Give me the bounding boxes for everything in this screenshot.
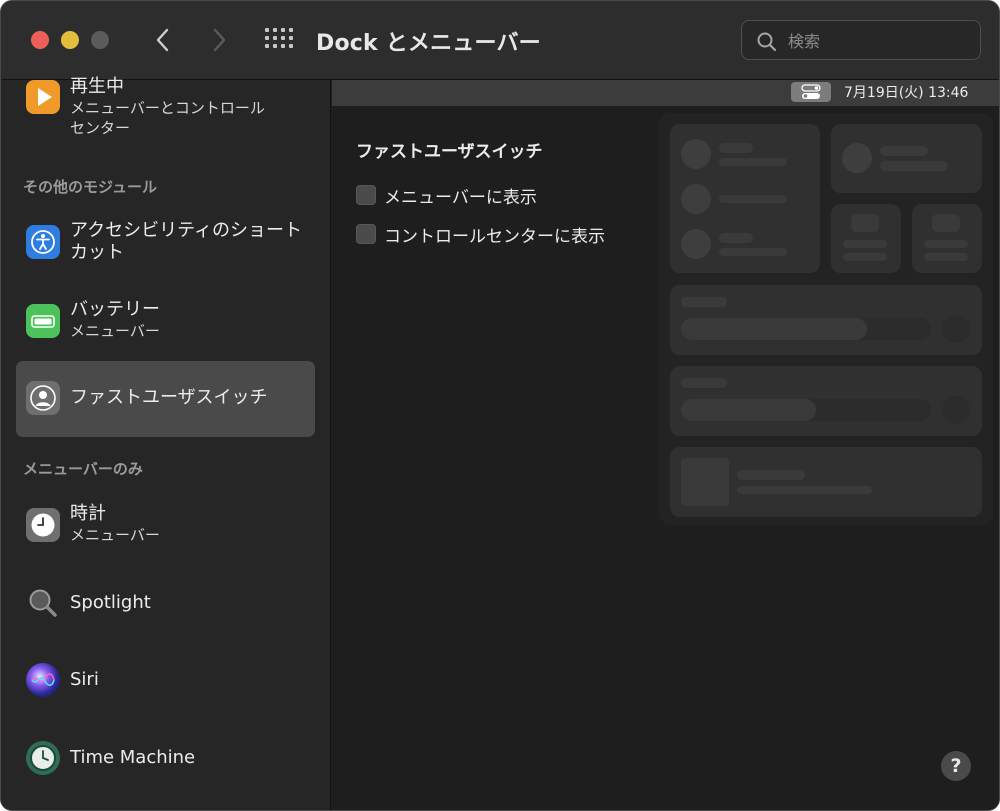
option-title: ファストユーザスイッチ [356,142,543,162]
preview-module [670,366,982,436]
control-center-icon [791,82,831,102]
preview-module [670,285,982,355]
back-button[interactable] [149,23,179,57]
sidebar-item-time-machine[interactable]: Time Machine [16,735,315,781]
siri-icon [26,663,60,697]
main-pane: 7月19日(火) 13:46 ファストユーザスイッチ メニューバーに表示 コント… [332,80,999,810]
forward-button[interactable] [204,23,234,57]
preview-module [670,447,982,517]
grid-icon [265,28,269,32]
preview-module [670,124,820,273]
search-field[interactable] [741,20,981,60]
menu-bar-preview: 7月19日(火) 13:46 [332,80,999,106]
magnifier-icon [26,586,60,620]
play-icon [26,80,60,114]
sidebar-item-clock[interactable]: 時計 メニューバー [16,498,315,554]
preview-module [831,124,982,193]
sidebar-item-label: 再生中 [70,76,124,97]
help-button[interactable]: ? [941,751,971,781]
sidebar-item-fast-user-switching[interactable]: ファストユーザスイッチ [16,361,315,437]
sidebar-item-accessibility-shortcuts[interactable]: アクセシビリティのショート カット [16,216,315,274]
sidebar-item-siri[interactable]: Siri [16,657,315,703]
show-in-control-center-checkbox[interactable] [356,224,376,244]
time-machine-icon [26,741,60,775]
title-bar: Dock とメニューバー [1,1,999,80]
sidebar-item-label: Spotlight [70,592,151,613]
preview-module [912,204,982,273]
checkbox-label: コントロールセンターに表示 [384,227,605,247]
sidebar-item-label: バッテリー [70,299,160,320]
sidebar: 再生中 メニューバーとコントロール センター その他のモジュール アクセシビリテ… [1,76,331,810]
section-header-other-modules: その他のモジュール [23,178,157,196]
minimize-button[interactable] [61,31,79,49]
menu-bar-clock: 7月19日(火) 13:46 [844,85,969,101]
sidebar-item-sub: メニューバー [70,322,160,340]
sidebar-item-label: アクセシビリティのショート カット [70,220,303,263]
control-center-preview [659,113,993,525]
chevron-right-icon [213,28,226,52]
close-button[interactable] [31,31,49,49]
chevron-left-icon [156,28,169,52]
battery-icon [26,304,60,338]
preview-module [831,204,901,273]
sidebar-item-battery[interactable]: バッテリー メニューバー [16,294,315,350]
system-preferences-window: Dock とメニューバー 再生中 メニューバーとコントロール センター その他の… [0,0,1000,811]
show-in-menu-bar-checkbox[interactable] [356,185,376,205]
user-icon [26,381,60,415]
show-all-button[interactable] [264,27,294,53]
show-in-menu-bar-option[interactable]: メニューバーに表示 [356,183,616,208]
zoom-button[interactable] [91,31,109,49]
section-header-menu-bar-only: メニューバーのみ [23,460,143,478]
checkbox-label: メニューバーに表示 [384,188,537,208]
search-icon [757,32,777,52]
sidebar-item-label: 時計 [70,503,106,524]
sidebar-item-label: Siri [70,669,99,690]
show-in-control-center-option[interactable]: コントロールセンターに表示 [356,222,636,247]
accessibility-icon [26,225,60,259]
sidebar-item-label: Time Machine [70,747,196,768]
sidebar-item-now-playing[interactable]: 再生中 メニューバーとコントロール センター [16,76,315,144]
search-input[interactable] [786,29,970,53]
clock-icon [26,508,60,542]
window-title: Dock とメニューバー [316,31,541,56]
sidebar-item-spotlight[interactable]: Spotlight [16,580,315,626]
sidebar-item-label: ファストユーザスイッチ [70,387,268,408]
sidebar-item-sub: メニューバー [70,526,160,544]
sidebar-item-sub: メニューバーとコントロール センター [70,99,265,137]
